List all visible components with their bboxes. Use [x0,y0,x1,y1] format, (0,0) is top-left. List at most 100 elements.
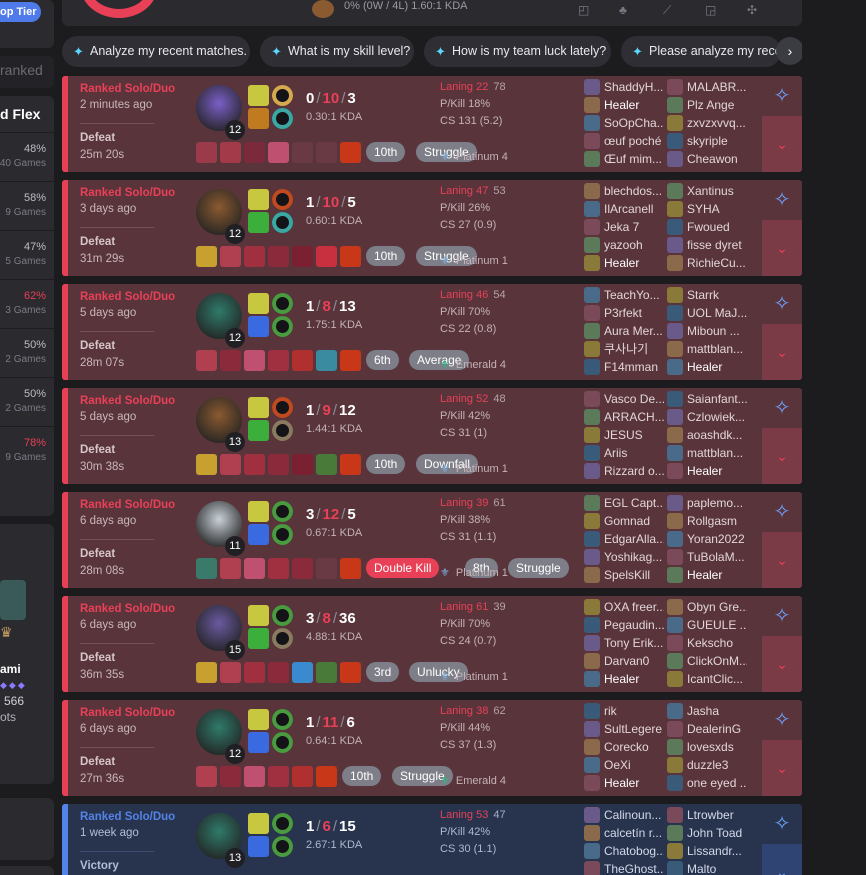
match-card[interactable]: Ranked Solo/Duo 6 days ago Defeat 36m 35s 15… [62,596,802,692]
sparkle-icon: ✦ [632,44,643,59]
kda-score: 3/8/36 [306,610,356,627]
champion-level: 13 [225,432,245,452]
role-top-icon[interactable]: ◰ [578,4,591,17]
match-result: Defeat [80,236,116,248]
deaths: 10 [322,90,340,107]
deaths: 9 [322,402,331,419]
result-indicator [62,700,68,796]
match-card[interactable]: Ranked Solo/Duo 2 minutes ago Defeat 25m 20… [62,76,802,172]
champion-stat-row[interactable]: 78% 9 Games [0,426,54,474]
player-champion-icon [584,775,600,791]
kda-ratio: 2.67:1 KDA [306,839,363,851]
role-jungle-icon[interactable]: ♣ [619,4,632,17]
player-champion-icon [667,115,683,131]
player-champion-icon [667,775,683,791]
chevron-down-icon[interactable]: ⌄ [762,116,802,172]
player-champion-icon [584,151,600,167]
next-icon[interactable]: › [776,37,802,65]
sparkle-robot-icon[interactable]: ✧ [762,180,802,220]
champion-stat-row[interactable]: 62% 3 Games [0,279,54,327]
player-name: ShaddyH... [604,80,664,94]
divider [80,643,154,644]
role-mid-icon[interactable]: ⟋ [663,4,676,17]
chevron-down-icon[interactable]: ⌄ [762,636,802,692]
match-card[interactable]: Ranked Solo/Duo 5 days ago Defeat 30m 38s 13… [62,388,802,484]
sparkle-robot-icon[interactable]: ✧ [762,76,802,116]
player-champion-icon [584,703,600,719]
item-icon [244,662,265,683]
match-card[interactable]: Ranked Solo/Duo 3 days ago Defeat 31m 29s 12… [62,180,802,276]
role-support-icon[interactable]: ✣ [747,4,760,17]
rank-tier-icon: ⚜ [440,567,450,579]
prompt-analyze-recent[interactable]: ✦ Please analyze my recent [621,36,781,67]
time-ago: 5 days ago [80,307,137,319]
average-rank: ⚜ Platinum 1 [440,566,508,579]
sidebar-ranked-tab[interactable]: ranked [0,62,43,78]
creep-score: CS 37 (1.3) [440,739,497,751]
player-champion-icon [667,341,683,357]
assists: 3 [347,90,356,107]
player-name: blechdos... [604,184,663,198]
kda-ratio: 0.67:1 KDA [306,527,363,539]
sparkle-robot-icon[interactable]: ✧ [762,284,802,324]
chevron-down-icon[interactable]: ⌄ [762,532,802,588]
player-name: EdgarAlla... [604,532,664,546]
player-name: Xantinus [687,184,734,198]
player-champion-icon [584,531,600,547]
champion-stat-row[interactable]: 48% 40 Games [0,132,54,180]
item-icon [316,558,337,579]
sidebar-flex-title: d Flex [0,106,41,122]
match-card[interactable]: Ranked Solo/Duo 1 week ago Victory 13 1/6/15… [62,804,802,875]
player-name: OXA freer... [604,600,664,614]
sparkle-robot-icon[interactable]: ✧ [762,804,802,844]
player-name: Kekscho [687,636,734,650]
summoner-spell-icon [248,420,269,441]
sparkle-robot-icon[interactable]: ✧ [762,596,802,636]
top-tier-tag[interactable]: op Tier [0,2,41,22]
player-champion-icon [584,323,600,339]
rune-icon [272,813,293,834]
chevron-down-icon[interactable]: ⌄ [762,324,802,380]
sparkle-robot-icon[interactable]: ✧ [762,492,802,532]
player-name: TeachYo... [604,288,660,302]
deaths: 8 [322,298,331,315]
role-bot-icon[interactable]: ◲ [705,4,718,17]
match-result: Defeat [80,652,116,664]
match-card[interactable]: Ranked Solo/Duo 5 days ago Defeat 28m 07s 12… [62,284,802,380]
kda-score: 3/12/5 [306,506,356,523]
item-icon [316,350,337,371]
champion-stat-row[interactable]: 50% 2 Games [0,377,54,425]
champion-stat-row[interactable]: 47% 5 Games [0,230,54,278]
champion-stat-row[interactable]: 58% 9 Games [0,181,54,229]
player-champion-icon [667,201,683,217]
player-name: ClickOnM... [687,654,747,668]
kill-participation: P/Kill 38% [440,514,491,526]
chevron-down-icon[interactable]: ⌄ [762,844,802,875]
assists: 5 [347,194,356,211]
rank-label: Platinum 1 [455,671,508,683]
rune-icon [272,524,293,545]
chevron-down-icon[interactable]: ⌄ [762,428,802,484]
prompt-team-luck[interactable]: ✦ How is my team luck lately? [424,36,611,67]
match-duration: 36m 35s [80,669,125,681]
player-champion-icon [584,825,600,841]
rune-icon [272,709,293,730]
sparkle-robot-icon[interactable]: ✧ [762,388,802,428]
chevron-down-icon[interactable]: ⌄ [762,740,802,796]
creep-score: CS 24 (0.7) [440,635,497,647]
chevron-down-icon[interactable]: ⌄ [762,220,802,276]
player-champion-icon [667,843,683,859]
prompt-analyze-matches[interactable]: ✦ Analyze my recent matches. [62,36,250,67]
player-name: Plz Ange [687,98,735,112]
sparkle-robot-icon[interactable]: ✧ [762,700,802,740]
champion-stat-row[interactable]: 50% 2 Games [0,328,54,376]
player-champion-icon [667,495,683,511]
prompt-skill-level[interactable]: ✦ What is my skill level? [260,36,414,67]
player-champion-icon [584,237,600,253]
kda-ratio: 0.30:1 KDA [306,111,363,123]
games-count: 2 Games [5,354,46,365]
kda-score: 1/9/12 [306,402,356,419]
match-card[interactable]: Ranked Solo/Duo 6 days ago Defeat 27m 36s 12… [62,700,802,796]
kda-score: 0/10/3 [306,90,356,107]
match-card[interactable]: Ranked Solo/Duo 6 days ago Defeat 28m 08s 11… [62,492,802,588]
